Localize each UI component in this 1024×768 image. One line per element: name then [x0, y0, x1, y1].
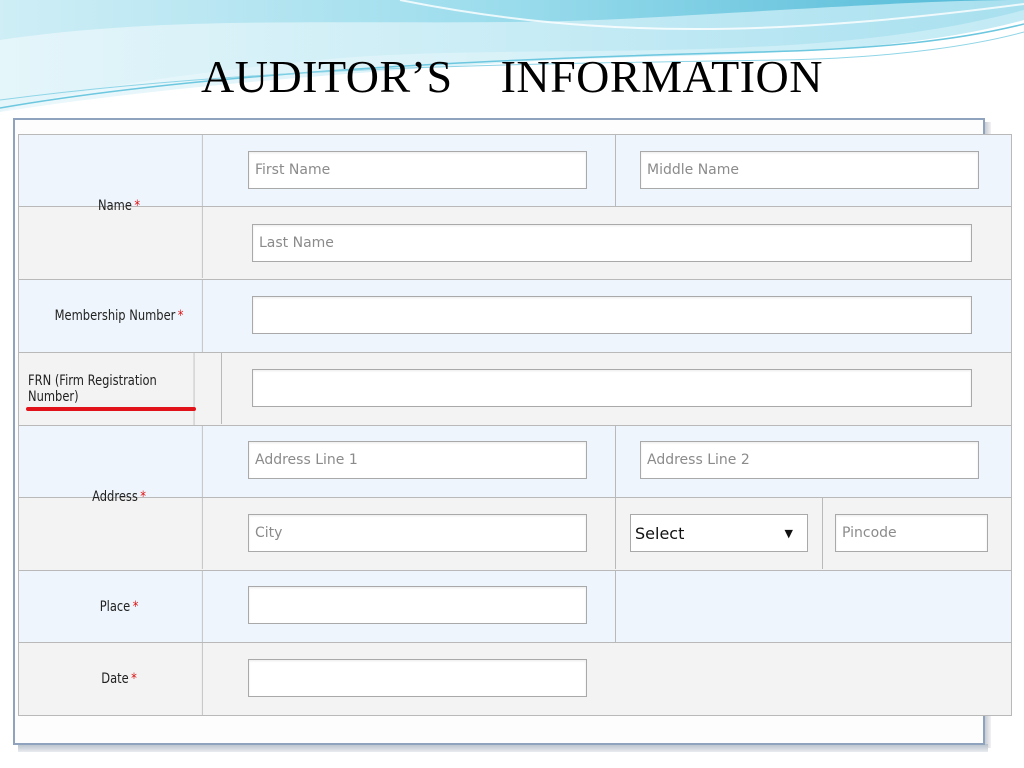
place-input[interactable]: [248, 586, 587, 624]
address-subrow-divider: [221, 497, 1012, 498]
name-col-divider: [615, 134, 616, 206]
address-label: Address *: [36, 425, 203, 569]
state-select-value: Select: [635, 523, 685, 543]
address-col-divider-2: [822, 497, 823, 569]
first-name-input[interactable]: [248, 151, 587, 189]
pincode-input[interactable]: [835, 514, 988, 552]
address-line1-input[interactable]: [248, 441, 587, 479]
date-input[interactable]: [248, 659, 587, 697]
slide-title: AUDITOR’S INFORMATION: [201, 51, 823, 102]
membership-label: Membership Number *: [36, 280, 203, 352]
address-col-divider: [615, 425, 616, 569]
panel-shadow-bottom: [18, 744, 988, 752]
table-left-border: [18, 134, 19, 715]
city-input[interactable]: [248, 514, 587, 552]
frn-col-divider: [221, 353, 222, 424]
frn-input[interactable]: [252, 369, 972, 407]
name-label: Name *: [36, 134, 203, 278]
date-label: Date *: [36, 643, 203, 715]
address-label-text: Address: [92, 489, 138, 505]
place-label-text: Place: [99, 598, 131, 615]
table-right-border: [1011, 134, 1012, 715]
frn-label: FRN (Firm Registration Number): [28, 353, 195, 425]
address-line2-input[interactable]: [640, 441, 979, 479]
required-marker: *: [131, 671, 137, 687]
date-label-text: Date: [101, 671, 129, 687]
required-marker: *: [140, 489, 147, 505]
required-marker: *: [134, 198, 141, 214]
frn-highlight-underline: [26, 407, 196, 411]
required-marker: *: [177, 308, 184, 324]
middle-name-input[interactable]: [640, 151, 979, 189]
state-select[interactable]: Select ▼: [630, 514, 808, 552]
triangle-down-icon: ▼: [784, 526, 793, 540]
place-label: Place *: [36, 571, 203, 642]
name-label-text: Name: [98, 198, 132, 214]
membership-number-input[interactable]: [252, 296, 972, 334]
membership-label-text: Membership Number: [54, 308, 176, 324]
frn-label-text: FRN (Firm Registration Number): [28, 373, 157, 405]
name-subrow-divider: [221, 206, 1012, 207]
last-name-input[interactable]: [252, 224, 972, 262]
required-marker: *: [132, 598, 139, 615]
